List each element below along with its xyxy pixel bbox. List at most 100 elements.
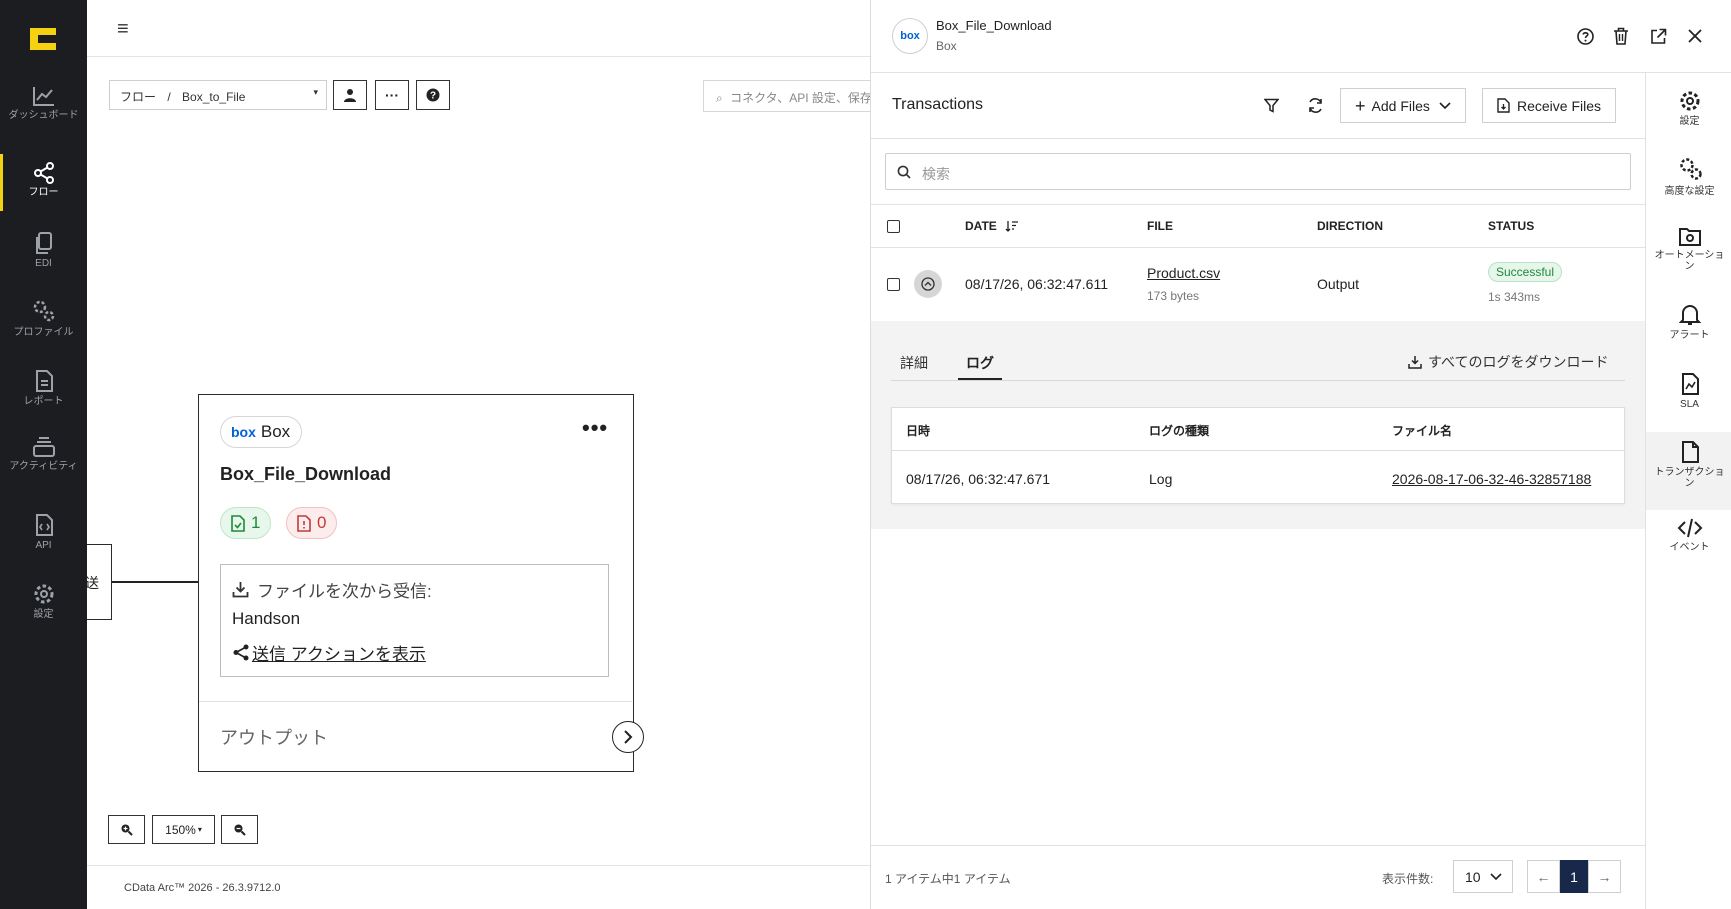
tab-details[interactable]: 詳細 <box>900 353 928 373</box>
sidebar-item-settings[interactable]: 設定 <box>1646 89 1731 127</box>
receive-files-button[interactable]: Receive Files <box>1482 88 1617 123</box>
panel-subtitle: Box <box>936 39 957 53</box>
node-menu-icon[interactable]: ••• <box>582 417 608 439</box>
section-title: Transactions <box>892 96 983 113</box>
log-file-link[interactable]: 2026-08-17-06-32-46-32857188 <box>1392 471 1591 487</box>
column-direction[interactable]: DIRECTION <box>1317 219 1383 233</box>
row-checkbox[interactable] <box>887 278 900 291</box>
status-badge: Successful <box>1488 262 1563 282</box>
gear-icon <box>34 584 53 604</box>
send-action-link[interactable]: 送信 アクションを表示 <box>232 640 426 665</box>
select-all-checkbox[interactable] <box>887 220 900 233</box>
box-logo-text: box <box>900 30 920 42</box>
row-direction: Output <box>1317 276 1360 292</box>
sla-icon <box>1681 373 1699 395</box>
hamburger-icon[interactable]: ≡ <box>117 18 129 41</box>
flow-canvas[interactable]: ≡ フロー / Box_to_File ▾ ··· ? ⌕ コネクタ、API 設… <box>85 0 873 909</box>
user-button[interactable] <box>333 80 367 110</box>
zoom-in-icon <box>121 824 133 836</box>
previous-connector-node[interactable]: 送 <box>85 544 112 620</box>
transaction-search-input[interactable]: 検索 <box>885 153 1631 190</box>
row-collapse-button[interactable] <box>914 270 942 298</box>
trash-icon[interactable] <box>1613 27 1629 45</box>
send-action-text[interactable]: 送信 アクションを表示 <box>252 640 426 665</box>
nav-item-label: プロファイル <box>13 327 74 338</box>
sidebar-item-events[interactable]: イベント <box>1646 517 1731 553</box>
close-icon[interactable] <box>1688 29 1702 43</box>
breadcrumb-root[interactable]: フロー <box>120 90 156 104</box>
nav-item-profile[interactable]: プロファイル <box>0 298 87 338</box>
zoom-out-button[interactable] <box>221 815 258 844</box>
sidebar-item-sla[interactable]: SLA <box>1646 372 1731 410</box>
nav-item-settings[interactable]: 設定 <box>0 582 87 620</box>
app-footer: CData Arc™ 2026 - 26.3.9712.0 <box>87 865 870 909</box>
sidebar-item-label: オートメーション <box>1654 250 1725 272</box>
row-file-link[interactable]: Product.csv <box>1147 265 1220 281</box>
next-page-button[interactable]: → <box>1588 860 1621 893</box>
sidebar-item-label: アラート <box>1669 330 1710 341</box>
prev-page-button[interactable]: ← <box>1527 860 1560 893</box>
file-download-icon <box>1497 98 1510 113</box>
sidebar-item-label: 設定 <box>1679 116 1700 127</box>
connector-search-input[interactable]: ⌕ コネクタ、API 設定、保存 <box>703 80 873 112</box>
nav-item-api[interactable]: API <box>0 513 87 551</box>
nav-item-edi[interactable]: EDI <box>0 231 87 269</box>
cdata-logo <box>30 28 56 50</box>
nav-item-report[interactable]: レポート <box>0 369 87 407</box>
page-size-label: 表示件数: <box>1382 872 1434 886</box>
zoom-in-button[interactable] <box>108 815 145 844</box>
sidebar-item-transactions[interactable]: トランザクション <box>1646 432 1731 510</box>
connector-node[interactable]: box Box ••• Box_File_Download 1 0 ファイルを次… <box>198 394 644 772</box>
download-icon <box>232 582 249 598</box>
help-icon[interactable] <box>1577 28 1594 45</box>
tab-log[interactable]: ログ <box>966 353 994 373</box>
connector-panel: box Box_File_Download Box Transactions +… <box>870 0 1731 909</box>
sidebar-item-alerts[interactable]: アラート <box>1646 303 1731 341</box>
help-button[interactable]: ? <box>416 80 450 110</box>
log-row: 08/17/26, 06:32:47.671 Log 2026-08-17-06… <box>892 451 1624 503</box>
more-options-button[interactable]: ··· <box>375 80 409 110</box>
nav-item-label: フロー <box>28 187 59 198</box>
zoom-level-select[interactable]: 150% ▾ <box>152 815 215 844</box>
zoom-level: 150% <box>165 822 196 837</box>
download-all-logs-button[interactable]: すべてのログをダウンロード <box>1408 352 1608 372</box>
arrow-right-icon: → <box>1597 868 1612 885</box>
nav-item-dashboard[interactable]: ダッシュボード <box>0 85 87 121</box>
main-nav: ダッシュボード フロー EDI プロファイル レポート アクティビティ API <box>0 0 87 909</box>
nav-item-flow[interactable]: フロー <box>0 162 87 198</box>
nav-item-label: 設定 <box>33 609 54 620</box>
gears-icon <box>33 300 54 322</box>
table-row[interactable]: 08/17/26, 06:32:47.611 Product.csv 173 b… <box>871 248 1645 321</box>
panel-sidebar: 設定 高度な設定 オートメーション アラート SLA トランザクション イベント <box>1645 73 1731 909</box>
success-count-badge[interactable]: 1 <box>220 507 272 539</box>
output-port-button[interactable] <box>612 721 644 753</box>
panel-title: Box_File_Download <box>936 18 1052 33</box>
add-files-button[interactable]: + Add Files <box>1340 88 1466 123</box>
ellipsis-icon: ··· <box>385 87 399 103</box>
receive-label: ファイルを次から受信: <box>257 582 432 601</box>
nav-item-label: レポート <box>23 396 64 407</box>
page-size-select[interactable]: 10 <box>1453 860 1513 893</box>
breadcrumb[interactable]: フロー / Box_to_File ▾ <box>109 80 327 110</box>
receive-row: ファイルを次から受信: <box>232 577 432 602</box>
nav-item-activity[interactable]: アクティビティ <box>0 436 87 472</box>
divider <box>871 204 1645 205</box>
nav-item-label: API <box>35 540 52 551</box>
refresh-icon[interactable] <box>1307 97 1324 114</box>
log-table: 日時 ログの種類 ファイル名 08/17/26, 06:32:47.671 Lo… <box>891 407 1625 504</box>
error-count-badge[interactable]: 0 <box>286 507 338 539</box>
sort-desc-icon[interactable] <box>1005 220 1019 232</box>
column-status[interactable]: STATUS <box>1488 219 1534 233</box>
column-file[interactable]: FILE <box>1147 219 1173 233</box>
download-icon <box>1408 356 1422 369</box>
sidebar-item-advanced-settings[interactable]: 高度な設定 <box>1646 155 1731 197</box>
filter-icon[interactable] <box>1264 98 1279 113</box>
log-column-datetime: 日時 <box>906 424 931 438</box>
sidebar-item-automation[interactable]: オートメーション <box>1646 225 1731 272</box>
column-date[interactable]: DATE <box>965 219 1019 233</box>
log-column-type: ログの種類 <box>1149 424 1210 438</box>
question-icon: ? <box>426 88 440 102</box>
open-external-icon[interactable] <box>1650 28 1667 45</box>
page-button-1[interactable]: 1 <box>1560 860 1588 893</box>
report-icon <box>35 370 53 392</box>
